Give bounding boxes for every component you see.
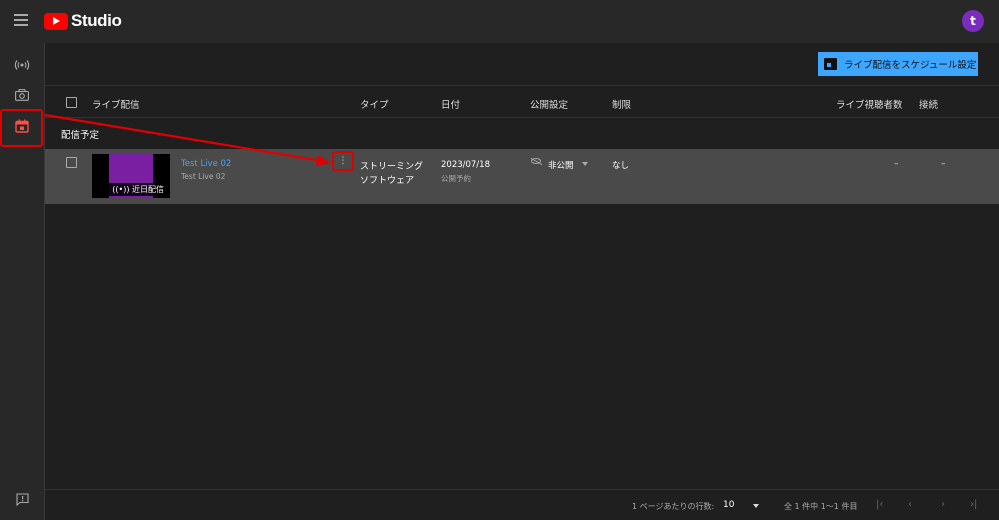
prev-page-icon[interactable]: ‹ bbox=[908, 499, 912, 510]
status-badge: ((•)) 近日配信 bbox=[109, 183, 167, 196]
live-icon bbox=[14, 60, 30, 70]
connection-value: – bbox=[941, 159, 946, 169]
first-page-icon[interactable]: |‹ bbox=[876, 499, 883, 510]
options-button[interactable]: ⋮ bbox=[332, 151, 354, 171]
type-line2: ソフトウェア bbox=[360, 176, 415, 186]
logo-text: Studio bbox=[71, 11, 122, 30]
visibility-off-icon bbox=[531, 158, 541, 164]
youtube-logo-icon bbox=[44, 12, 68, 30]
section-title: 配信予定 bbox=[61, 130, 100, 141]
studio-logo[interactable]: Studio bbox=[44, 11, 122, 31]
pagination-footer: 1 ページあたりの行数: 10 全 1 件中 1〜1 件目 |‹ ‹ › ›| bbox=[45, 489, 999, 520]
rows-per-page-select[interactable]: 10 bbox=[723, 500, 734, 510]
header-date[interactable]: 日付 bbox=[441, 97, 460, 111]
sidebar-item-live[interactable] bbox=[0, 50, 44, 80]
header-live[interactable]: ライブ配信 bbox=[92, 97, 140, 111]
live-icon: ((•)) bbox=[112, 185, 132, 194]
camera-icon bbox=[15, 89, 29, 101]
sidebar-item-camera[interactable] bbox=[0, 80, 44, 110]
more-vert-icon: ⋮ bbox=[338, 156, 348, 166]
calendar-icon bbox=[824, 58, 837, 70]
toolbar: ライブ配信をスケジュール設定 bbox=[45, 43, 999, 86]
rows-per-page-dropdown-icon[interactable] bbox=[753, 504, 759, 508]
sidebar bbox=[0, 43, 45, 520]
sidebar-item-feedback[interactable] bbox=[0, 484, 44, 514]
avatar[interactable]: t bbox=[962, 10, 984, 32]
date-value: 2023/07/18 bbox=[441, 160, 490, 170]
video-thumbnail[interactable]: ((•)) 近日配信 bbox=[92, 154, 170, 198]
date-sub: 公開予約 bbox=[441, 174, 471, 183]
header-visibility: 公開設定 bbox=[530, 100, 569, 111]
schedule-live-label: ライブ配信をスケジュール設定 bbox=[844, 60, 977, 71]
header-connection: 接続 bbox=[919, 100, 939, 111]
video-title[interactable]: Test Live 02 bbox=[181, 159, 231, 169]
page-range-label: 全 1 件中 1〜1 件目 bbox=[784, 502, 858, 511]
table-row[interactable]: ((•)) 近日配信 Test Live 02 Test Live 02 ⋮ ス… bbox=[45, 149, 999, 204]
badge-label: 近日配信 bbox=[132, 185, 164, 194]
header-type: タイプ bbox=[360, 100, 389, 111]
menu-icon[interactable] bbox=[14, 14, 28, 26]
restriction-value: なし bbox=[612, 161, 630, 171]
schedule-live-button[interactable]: ライブ配信をスケジュール設定 bbox=[818, 52, 978, 76]
feedback-icon bbox=[15, 492, 29, 506]
header-viewers: ライブ視聴者数 bbox=[836, 100, 903, 111]
type-line1: ストリーミング bbox=[360, 162, 424, 172]
row-checkbox[interactable] bbox=[66, 157, 77, 168]
rows-per-page-label: 1 ページあたりの行数: bbox=[632, 502, 715, 511]
top-bar: Studio t bbox=[0, 0, 999, 43]
table-header: ライブ配信 タイプ 日付 公開設定 制限 ライブ視聴者数 接続 bbox=[45, 87, 999, 118]
last-page-icon[interactable]: ›| bbox=[970, 499, 977, 510]
select-all-checkbox[interactable] bbox=[66, 97, 77, 108]
next-page-icon[interactable]: › bbox=[941, 499, 945, 510]
viewers-value: – bbox=[894, 159, 899, 169]
header-restriction: 制限 bbox=[612, 100, 632, 111]
visibility-dropdown-icon[interactable] bbox=[582, 162, 588, 166]
video-description: Test Live 02 bbox=[181, 172, 226, 181]
sidebar-highlight-box bbox=[0, 109, 43, 147]
main-content: ライブ配信をスケジュール設定 ライブ配信 タイプ 日付 公開設定 制限 ライブ視… bbox=[45, 43, 999, 520]
visibility-value[interactable]: 非公開 bbox=[548, 159, 574, 171]
